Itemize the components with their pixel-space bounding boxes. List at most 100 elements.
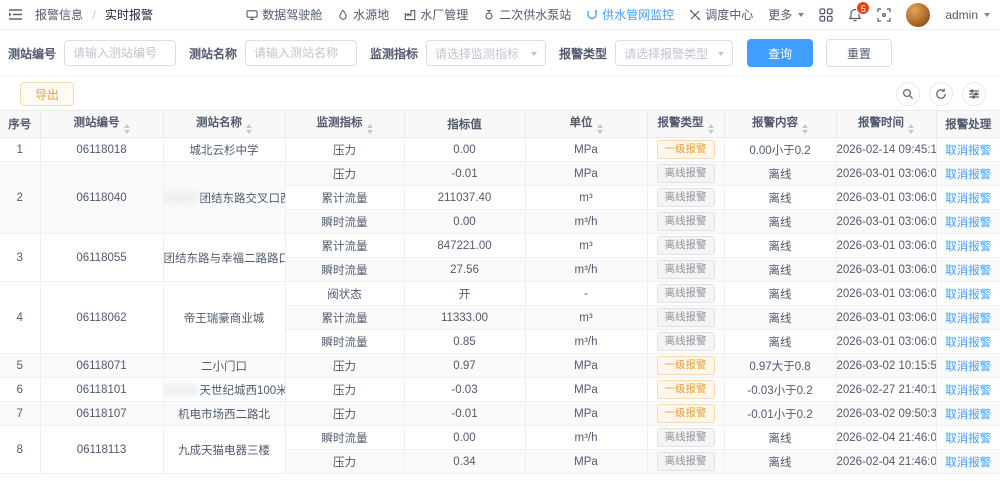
nav-item-data-cockpit[interactable]: 数据驾驶舱: [246, 6, 322, 23]
cancel-alarm-link[interactable]: 取消报警: [945, 289, 991, 301]
cancel-alarm-link[interactable]: 取消报警: [945, 241, 991, 253]
alarm-table: 序号测站编号测站名称监测指标指标值单位报警类型报警内容报警时间报警处理 1061…: [0, 110, 1000, 474]
notification-bell-icon[interactable]: 5: [848, 8, 862, 22]
nav-item-pump-station[interactable]: 二次供水泵站: [483, 6, 571, 23]
nav-item-more[interactable]: 更多: [768, 6, 804, 23]
sort-caret-icon[interactable]: [124, 124, 130, 134]
fullscreen-scan-icon[interactable]: [877, 8, 891, 22]
indicator-select[interactable]: 请选择监测指标: [426, 40, 546, 66]
cell-value: 0.00: [404, 138, 525, 162]
cancel-alarm-link[interactable]: 取消报警: [945, 193, 991, 205]
alarm-type-badge: 离线报警: [657, 236, 715, 255]
cancel-alarm-link[interactable]: 取消报警: [945, 385, 991, 397]
redacted-blur-patch: [164, 192, 198, 204]
station-name-input[interactable]: [245, 40, 357, 66]
search-icon: [902, 88, 914, 100]
dashboard-icon: [246, 9, 258, 21]
cell-alarm-action: 取消报警: [936, 162, 1000, 186]
user-menu[interactable]: admin: [945, 8, 990, 22]
sort-caret-icon[interactable]: [802, 124, 808, 134]
cell-indicator: 压力: [285, 138, 404, 162]
cell-alarm-content: 0.97大于0.8: [724, 354, 836, 378]
apps-grid-icon[interactable]: [819, 8, 833, 22]
cell-alarm-type: 离线报警: [647, 162, 724, 186]
column-settings-icon-button[interactable]: [962, 82, 986, 106]
cancel-alarm-link[interactable]: 取消报警: [945, 169, 991, 181]
cancel-alarm-link[interactable]: 取消报警: [945, 145, 991, 157]
cell-indicator: 累计流量: [285, 306, 404, 330]
column-header: 序号: [0, 111, 40, 138]
alarm-type-badge: 一级报警: [657, 356, 715, 375]
avatar[interactable]: [906, 3, 930, 27]
sort-caret-icon[interactable]: [367, 124, 373, 134]
column-header[interactable]: 报警时间: [836, 111, 936, 138]
sort-caret-icon[interactable]: [597, 124, 603, 134]
cell-alarm-time: 2026-03-02 09:50:32: [836, 402, 936, 426]
cell-alarm-content: 离线: [724, 234, 836, 258]
cell-alarm-content: 离线: [724, 162, 836, 186]
sidebar-collapse-icon[interactable]: [8, 8, 23, 21]
column-header-label: 报警类型: [658, 117, 704, 129]
cell-indicator: 累计流量: [285, 186, 404, 210]
column-header[interactable]: 测站编号: [40, 111, 163, 138]
cell-value: 0.00: [404, 210, 525, 234]
chevron-down-icon: [531, 52, 537, 59]
column-header[interactable]: 测站名称: [163, 111, 285, 138]
cancel-alarm-link[interactable]: 取消报警: [945, 217, 991, 229]
cell-value: 0.97: [404, 354, 525, 378]
cell-station-code: 06118107: [40, 402, 163, 426]
column-header[interactable]: 报警类型: [647, 111, 724, 138]
column-header[interactable]: 监测指标: [285, 111, 404, 138]
station-code-input[interactable]: [64, 40, 176, 66]
cell-alarm-action: 取消报警: [936, 354, 1000, 378]
nav-item-water-plant[interactable]: 水厂管理: [404, 6, 468, 23]
cell-station-code: 06118071: [40, 354, 163, 378]
refresh-icon-button[interactable]: [929, 82, 953, 106]
cancel-alarm-link[interactable]: 取消报警: [945, 265, 991, 277]
sort-caret-icon[interactable]: [246, 124, 252, 134]
cell-alarm-type: 一级报警: [647, 354, 724, 378]
cancel-alarm-link[interactable]: 取消报警: [945, 361, 991, 373]
cell-station-name: 帝王瑞豪商业城: [163, 282, 285, 354]
cell-alarm-action: 取消报警: [936, 330, 1000, 354]
cell-station-code: 06118062: [40, 282, 163, 354]
column-settings-icon: [968, 88, 980, 100]
cell-seq: 5: [0, 354, 40, 378]
search-icon-button[interactable]: [896, 82, 920, 106]
refresh-icon: [935, 88, 947, 100]
nav-item-water-source[interactable]: 水源地: [337, 6, 389, 23]
column-header-label: 报警内容: [752, 117, 798, 129]
sort-caret-icon[interactable]: [708, 124, 714, 134]
nav-item-dispatch-center[interactable]: 调度中心: [689, 6, 753, 23]
column-header-label: 单位: [570, 117, 593, 129]
nav-label: 二次供水泵站: [499, 6, 571, 23]
column-header[interactable]: 报警内容: [724, 111, 836, 138]
cancel-alarm-link[interactable]: 取消报警: [945, 457, 991, 469]
alarm-type-badge: 离线报警: [657, 284, 715, 303]
cancel-alarm-link[interactable]: 取消报警: [945, 409, 991, 421]
reset-button[interactable]: 重置: [826, 39, 892, 67]
export-button[interactable]: 导出: [20, 82, 74, 106]
cell-alarm-time: 2026-03-01 03:06:03: [836, 234, 936, 258]
cell-unit: m³/h: [525, 258, 647, 282]
chevron-down-icon: [984, 13, 990, 20]
cell-indicator: 瞬时流量: [285, 330, 404, 354]
query-button[interactable]: 查询: [747, 39, 813, 67]
cell-alarm-action: 取消报警: [936, 138, 1000, 162]
alarm-type-select[interactable]: 请选择报警类型: [615, 40, 733, 66]
cell-seq: 2: [0, 162, 40, 234]
cell-alarm-content: -0.01小于0.2: [724, 402, 836, 426]
breadcrumb-section[interactable]: 报警信息: [35, 8, 83, 22]
cancel-alarm-link[interactable]: 取消报警: [945, 433, 991, 445]
cell-alarm-time: 2026-03-01 03:06:04: [836, 330, 936, 354]
sort-caret-icon[interactable]: [908, 124, 914, 134]
cell-indicator: 瞬时流量: [285, 210, 404, 234]
cell-station-name: 机电市场西二路北: [163, 402, 285, 426]
cell-alarm-action: 取消报警: [936, 282, 1000, 306]
column-header[interactable]: 单位: [525, 111, 647, 138]
nav-item-pipe-network-monitor[interactable]: 供水管网监控: [586, 6, 674, 23]
cancel-alarm-link[interactable]: 取消报警: [945, 313, 991, 325]
cancel-alarm-link[interactable]: 取消报警: [945, 337, 991, 349]
cell-station-code: 06118018: [40, 138, 163, 162]
chevron-down-icon: [798, 13, 804, 20]
